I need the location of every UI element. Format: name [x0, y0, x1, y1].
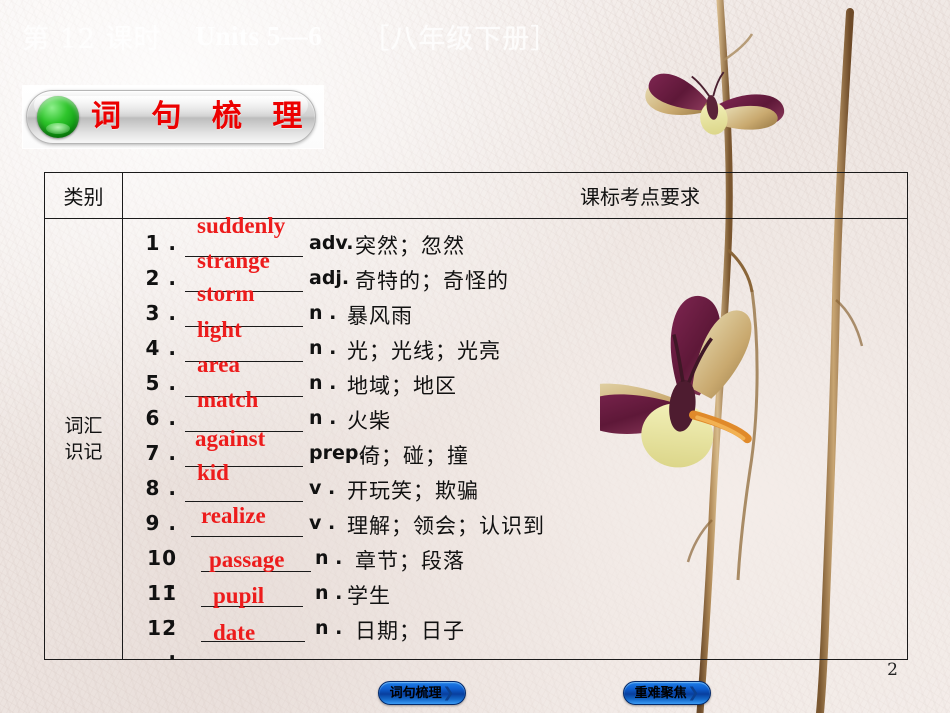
chinese-definition: 突然；忽然	[355, 234, 465, 258]
answer-word: suddenly	[197, 213, 286, 238]
chinese-definition: 章节；段落	[355, 549, 465, 573]
entry-number: 9 .	[145, 511, 177, 535]
chinese-definition: 学生	[347, 584, 391, 608]
entry-number: 3 .	[145, 301, 177, 325]
part-of-speech: adj.	[309, 267, 350, 289]
slide-canvas: 第 12 课时 Units 5—6 ［八年级下册］ 词 句 梳 理 类别 课标考…	[0, 0, 950, 713]
part-of-speech: prep.	[309, 442, 366, 464]
answer-word: pupil	[213, 583, 265, 608]
title-grade: ［八年级下册］	[362, 23, 559, 55]
vocabulary-entry: 8 . kid v . 开玩笑；欺骗	[123, 460, 907, 506]
entry-number: 4 .	[145, 336, 177, 360]
entry-number: 7 .	[145, 441, 177, 465]
column-header-category: 类别	[63, 185, 104, 209]
entry-number: 8 .	[145, 476, 177, 500]
vocabulary-entry: 9 . realize v . 理解；领会；认识到	[123, 503, 907, 541]
entry-number: 12 .	[147, 616, 177, 664]
chinese-definition: 日期；日子	[355, 619, 465, 643]
chinese-definition: 倚；碰；撞	[359, 444, 469, 468]
part-of-speech: n .	[309, 407, 337, 429]
nav-button-key-points[interactable]: 重难聚焦 ❯	[623, 681, 711, 705]
chinese-definition: 开玩笑；欺骗	[347, 479, 479, 503]
answer-word: realize	[201, 503, 266, 528]
nav-button-word-review[interactable]: 词句梳理 ❯	[378, 681, 466, 705]
chevron-right-icon: ❯	[442, 684, 455, 701]
nav-right-label: 重难聚焦	[634, 685, 687, 701]
part-of-speech: n .	[309, 372, 337, 394]
answer-word: passage	[209, 547, 285, 572]
part-of-speech: n .	[315, 547, 343, 569]
table-body-row: 词汇 识记 1 . suddenly adv. 突然；忽然 2 . strange adj.…	[45, 213, 907, 664]
answer-word: light	[197, 317, 242, 342]
part-of-speech: adv.	[309, 232, 354, 254]
chinese-definition: 理解；领会；认识到	[347, 514, 545, 538]
vocabulary-entry: 4 . light n . 光；光线；光亮	[123, 317, 907, 366]
row-label-line-2: 识记	[64, 441, 103, 463]
butterfly-upper	[645, 71, 784, 135]
part-of-speech: n .	[315, 617, 343, 639]
page-number: 2	[887, 660, 898, 680]
chevron-right-icon-2: ❯	[687, 684, 700, 701]
answer-word: match	[197, 387, 259, 412]
vocabulary-entry: 11 . pupil n . 学生	[123, 575, 907, 629]
entry-number: 6 .	[145, 406, 177, 430]
row-label-line-1: 词汇	[64, 415, 103, 437]
chinese-definition: 奇特的；奇怪的	[355, 269, 509, 293]
chinese-definition: 暴风雨	[347, 304, 413, 328]
title-lesson: 第 12 课时	[22, 23, 162, 55]
vocabulary-entry: 7 . against prep. 倚；碰；撞	[123, 426, 907, 471]
vocabulary-entry: 10 . passage n . 章节；段落	[123, 540, 907, 594]
row-label-vocabulary: 词汇 识记	[45, 219, 122, 659]
chinese-definition: 光；光线；光亮	[347, 339, 501, 363]
vocabulary-entry-list: 1 . suddenly adv. 突然；忽然 2 . strange adj. 奇特的；奇怪…	[123, 213, 907, 664]
entry-number: 5 .	[145, 371, 177, 395]
part-of-speech: n .	[309, 302, 337, 324]
chinese-definition: 地域；地区	[347, 374, 457, 398]
section-badge[interactable]: 词 句 梳 理	[23, 86, 323, 148]
green-dot-icon	[37, 96, 79, 138]
answer-word: strange	[197, 248, 270, 273]
part-of-speech: n .	[315, 582, 343, 604]
entry-number: 2 .	[145, 266, 177, 290]
vocabulary-entry: 12 . date n . 日期；日子	[123, 610, 907, 664]
answer-word: area	[197, 352, 241, 377]
answer-word: storm	[197, 281, 255, 306]
nav-left-label: 词句梳理	[389, 685, 442, 701]
slide-title: 第 12 课时 Units 5—6 ［八年级下册］	[22, 17, 642, 55]
entry-number: 1 .	[145, 231, 177, 255]
part-of-speech: n .	[309, 337, 337, 359]
part-of-speech: v .	[309, 512, 336, 534]
column-header-requirement: 课标考点要求	[580, 185, 700, 209]
answer-word: kid	[197, 460, 229, 485]
title-units: Units 5—6	[195, 20, 323, 51]
section-badge-label: 词 句 梳 理	[91, 99, 313, 134]
vocabulary-table: 类别 课标考点要求 词汇 识记 1 . suddenly adv. 突然；忽然 2 . s…	[44, 172, 908, 664]
answer-word: date	[213, 620, 256, 645]
answer-word: against	[195, 426, 266, 451]
part-of-speech: v .	[309, 477, 336, 499]
chinese-definition: 火柴	[347, 409, 391, 433]
table-header-row: 类别 课标考点要求	[45, 173, 907, 219]
